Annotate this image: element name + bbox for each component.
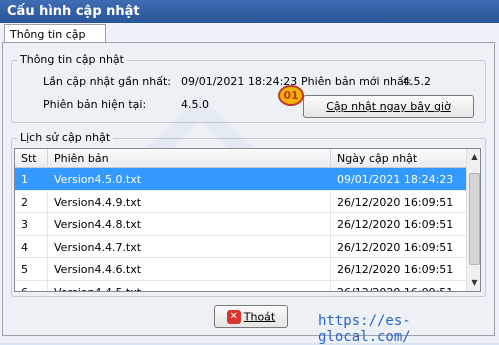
table-header: Stt Phiên bản Ngày cập nhật — [15, 149, 466, 168]
cell-date: 26/12/2020 16:09:51 — [337, 285, 454, 292]
scroll-up-icon[interactable]: ▲ — [467, 149, 480, 165]
cell-date: 26/12/2020 16:09:51 — [337, 195, 454, 209]
callout-badge: 01 — [278, 85, 304, 106]
table-row[interactable]: 3 Version4.4.8.txt 26/12/2020 16:09:51 — [15, 213, 466, 236]
table-row[interactable]: 6 Version4.4.5.txt 26/12/2020 16:09:51 — [15, 280, 466, 292]
cell-date: 09/01/2021 18:24:23 — [337, 173, 454, 186]
cell-version: Version4.4.6.txt — [48, 258, 331, 280]
cell-stt: 6 — [15, 280, 48, 291]
scroll-down-icon[interactable]: ▼ — [467, 275, 480, 291]
window-title: Cấu hình cập nhật — [0, 0, 499, 23]
latest-version-value: 4.5.2 — [403, 75, 431, 88]
cell-stt: 3 — [15, 213, 48, 235]
update-info-group-title: Thông tin cập nhật — [17, 53, 127, 66]
cell-version: Version4.4.9.txt — [48, 190, 331, 213]
current-version-label: Phiên bản hiện tại: — [43, 98, 147, 111]
cell-version: Version4.4.5.txt — [48, 280, 331, 291]
table-body: 1 Version4.5.0.txt 09/01/2021 18:24:23 2 Ver… — [15, 168, 466, 292]
last-update-label: Lần cập nhật gần nhất: — [43, 75, 171, 88]
cell-date: 26/12/2020 16:09:51 — [337, 240, 454, 254]
column-header-version[interactable]: Phiên bản — [48, 149, 331, 168]
history-table[interactable]: Stt Phiên bản Ngày cập nhật 1 Version4.5.… — [14, 148, 481, 292]
last-update-value: 09/01/2021 18:24:23 — [181, 75, 298, 88]
exit-button[interactable]: ✕ Thoát — [214, 305, 288, 328]
close-icon: ✕ — [226, 309, 241, 324]
current-version-value: 4.5.0 — [181, 98, 209, 111]
watermark-url: https://es-glocal.com/ — [318, 313, 411, 345]
history-group-title: Lịch sử cập nhật — [17, 131, 114, 144]
cell-stt: 1 — [15, 168, 48, 190]
cell-date: 26/12/2020 16:09:51 — [337, 218, 454, 231]
table-row[interactable]: 1 Version4.5.0.txt 09/01/2021 18:24:23 — [15, 168, 466, 191]
cell-date: 26/12/2020 16:09:51 — [337, 263, 454, 276]
cell-stt: 5 — [15, 258, 48, 280]
cell-version: Version4.5.0.txt — [48, 168, 331, 190]
table-row[interactable]: 5 Version4.4.6.txt 26/12/2020 16:09:51 — [15, 258, 466, 281]
vertical-scrollbar[interactable]: ▲ ▼ — [466, 149, 480, 291]
scroll-thumb[interactable] — [469, 173, 480, 265]
column-header-stt[interactable]: Stt — [15, 149, 48, 168]
update-now-button[interactable]: Cập nhật ngay bây giờ — [303, 95, 474, 118]
exit-label: Thoát — [243, 310, 276, 323]
cell-stt: 2 — [15, 190, 48, 213]
latest-version-label: Phiên bản mới nhất: — [301, 75, 412, 88]
table-row[interactable]: 2 Version4.4.9.txt 26/12/2020 16:09:51 — [15, 190, 466, 213]
cell-version: Version4.4.8.txt — [48, 213, 331, 235]
cell-version: Version4.4.7.txt — [48, 235, 331, 258]
tab-update-info[interactable]: Thông tin cập nhật — [4, 24, 106, 54]
update-now-label: Cập nhật ngay bây giờ — [326, 100, 451, 113]
table-row[interactable]: 4 Version4.4.7.txt 26/12/2020 16:09:51 — [15, 235, 466, 258]
column-header-date[interactable]: Ngày cập nhật — [331, 149, 466, 168]
cell-stt: 4 — [15, 235, 48, 258]
